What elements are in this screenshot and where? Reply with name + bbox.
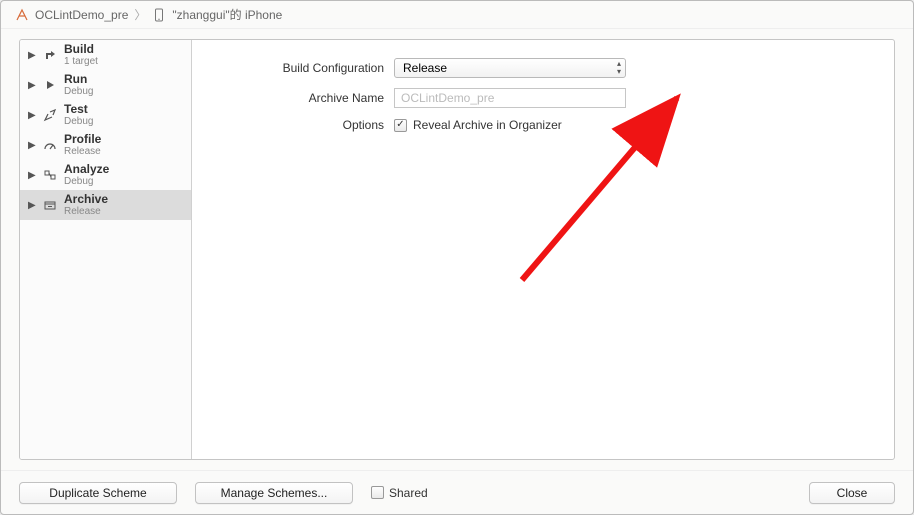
- breadcrumb: OCLintDemo_pre 〉 "zhanggui"的 iPhone: [1, 1, 913, 29]
- duplicate-scheme-button[interactable]: Duplicate Scheme: [19, 482, 177, 504]
- sidebar-item-subtitle: Debug: [64, 176, 109, 187]
- content-area: ▶ Build 1 target ▶ Run: [1, 29, 913, 470]
- scheme-icon: [15, 8, 29, 22]
- sidebar-item-archive[interactable]: ▶ Archive Release: [20, 190, 191, 220]
- panel: ▶ Build 1 target ▶ Run: [19, 39, 895, 460]
- options-label: Options: [222, 118, 394, 132]
- sidebar: ▶ Build 1 target ▶ Run: [20, 40, 192, 459]
- sidebar-item-subtitle: Debug: [64, 86, 93, 97]
- sidebar-item-title: Archive: [64, 193, 108, 206]
- breadcrumb-scheme[interactable]: OCLintDemo_pre: [35, 8, 128, 22]
- sidebar-item-title: Profile: [64, 133, 101, 146]
- sidebar-item-run[interactable]: ▶ Run Debug: [20, 70, 191, 100]
- test-icon: [42, 107, 58, 123]
- shared-label: Shared: [389, 486, 428, 500]
- reveal-archive-label: Reveal Archive in Organizer: [413, 118, 562, 132]
- scheme-editor-window: OCLintDemo_pre 〉 "zhanggui"的 iPhone ▶ Bu…: [0, 0, 914, 515]
- disclosure-triangle-icon[interactable]: ▶: [28, 140, 36, 151]
- sidebar-item-title: Analyze: [64, 163, 109, 176]
- row-build-configuration: Build Configuration Release ▴▾: [222, 58, 864, 78]
- disclosure-triangle-icon[interactable]: ▶: [28, 110, 36, 121]
- disclosure-triangle-icon[interactable]: ▶: [28, 50, 36, 61]
- footer: Duplicate Scheme Manage Schemes... Share…: [1, 470, 913, 514]
- sidebar-item-subtitle: Release: [64, 146, 101, 157]
- sidebar-item-subtitle: 1 target: [64, 56, 98, 67]
- sidebar-item-subtitle: Debug: [64, 116, 93, 127]
- archive-name-label: Archive Name: [222, 91, 394, 105]
- row-archive-name: Archive Name: [222, 88, 864, 108]
- sidebar-item-subtitle: Release: [64, 206, 108, 217]
- disclosure-triangle-icon[interactable]: ▶: [28, 170, 36, 181]
- archive-name-input[interactable]: [394, 88, 626, 108]
- disclosure-triangle-icon[interactable]: ▶: [28, 200, 36, 211]
- profile-icon: [42, 137, 58, 153]
- build-configuration-value: Release: [403, 61, 447, 75]
- shared-row: Shared: [371, 486, 428, 500]
- breadcrumb-device[interactable]: "zhanggui"的 iPhone: [172, 6, 282, 23]
- sidebar-item-title: Test: [64, 103, 93, 116]
- reveal-archive-checkbox[interactable]: [394, 119, 407, 132]
- shared-checkbox[interactable]: [371, 486, 384, 499]
- build-configuration-label: Build Configuration: [222, 61, 394, 75]
- archive-settings-pane: Build Configuration Release ▴▾ Archive N…: [192, 40, 894, 459]
- sidebar-item-analyze[interactable]: ▶ Analyze Debug: [20, 160, 191, 190]
- build-icon: [42, 47, 58, 63]
- device-icon: [152, 8, 166, 22]
- sidebar-item-profile[interactable]: ▶ Profile Release: [20, 130, 191, 160]
- chevron-right-icon: 〉: [134, 6, 146, 23]
- build-configuration-select[interactable]: Release ▴▾: [394, 58, 626, 78]
- archive-icon: [42, 197, 58, 213]
- analyze-icon: [42, 167, 58, 183]
- disclosure-triangle-icon[interactable]: ▶: [28, 80, 36, 91]
- row-options: Options Reveal Archive in Organizer: [222, 118, 864, 132]
- close-button[interactable]: Close: [809, 482, 895, 504]
- sidebar-item-title: Build: [64, 43, 98, 56]
- sidebar-item-build[interactable]: ▶ Build 1 target: [20, 40, 191, 70]
- manage-schemes-button[interactable]: Manage Schemes...: [195, 482, 353, 504]
- sidebar-item-test[interactable]: ▶ Test Debug: [20, 100, 191, 130]
- run-icon: [42, 77, 58, 93]
- chevron-up-down-icon: ▴▾: [617, 60, 621, 76]
- sidebar-item-title: Run: [64, 73, 93, 86]
